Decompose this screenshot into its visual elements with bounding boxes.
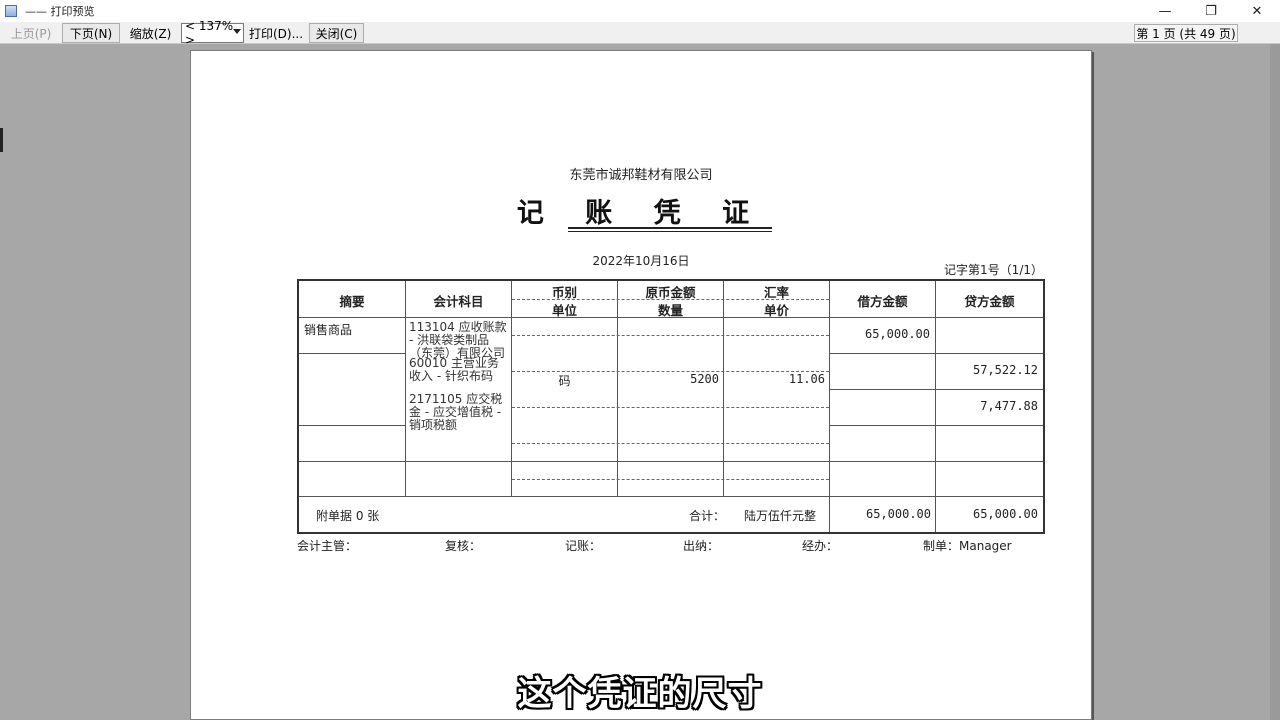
col-divider [405, 281, 406, 497]
header-unit: 单位 [551, 303, 577, 318]
signer-cashier: 出纳： [683, 539, 720, 553]
row-divider [829, 425, 1043, 426]
row-account: 2171105 应交税金 - 应交增值税 - 销项税额 [409, 392, 503, 432]
signer-reviewer: 复核： [445, 539, 482, 553]
header-rate: 汇率 [763, 285, 789, 300]
attachments-count: 附单据 0 张 [316, 509, 380, 523]
title-underline-thin [568, 231, 772, 232]
row-divider [829, 353, 1043, 354]
total-debit: 65,000.00 [865, 507, 931, 521]
col-divider [829, 281, 830, 532]
total-label: 合计： [689, 509, 726, 523]
video-caption: 这个凭证的尺寸 [517, 674, 763, 714]
header-credit: 贷方金额 [964, 294, 1015, 309]
row-credit: 57,522.12 [972, 363, 1038, 377]
restore-button[interactable]: ❐ [1188, 0, 1234, 22]
close-preview-button[interactable]: 关闭(C) [309, 23, 364, 43]
next-page-button[interactable]: 下页(N) [62, 23, 120, 43]
voucher-number: 记字第1号（1/1） [944, 263, 1043, 277]
header-currency: 币别 [551, 285, 577, 300]
zoom-button[interactable]: 缩放(Z) [123, 23, 178, 43]
row-account: 113104 应收账款 - 洪联袋类制品（东莞）有限公司 [409, 320, 507, 360]
signer-supervisor: 会计主管： [297, 539, 358, 553]
header-debit: 借方金额 [857, 294, 908, 309]
chevron-down-icon [233, 29, 241, 34]
vertical-scrollbar[interactable] [1270, 44, 1280, 720]
row-dashed-line [512, 479, 829, 480]
signer-maker: 制单：Manager [923, 539, 1012, 553]
header-quantity: 数量 [657, 303, 683, 318]
print-button[interactable]: 打印(D)... [247, 23, 305, 43]
total-in-words: 陆万伍仟元整 [744, 509, 817, 523]
row-dashed-line [512, 407, 829, 408]
close-window-button[interactable]: ✕ [1234, 0, 1280, 22]
row-divider [299, 461, 1043, 462]
row-divider [299, 496, 1043, 497]
row-unit: 码 [558, 374, 571, 388]
app-icon [5, 5, 17, 17]
row-divider [299, 353, 405, 354]
preview-page: 东莞市诚邦鞋材有限公司 记 账 凭 证 2022年10月16日 记字第1号（1/… [190, 50, 1092, 720]
signer-bookkeeper: 记账： [565, 539, 602, 553]
row-divider [299, 425, 405, 426]
company-name: 东莞市诚邦鞋材有限公司 [569, 168, 713, 183]
row-account: 60010 主营业务收入 - 针织布码 [409, 356, 499, 383]
preview-toolbar: 上页(P) 下页(N) 缩放(Z) < 137% > 打印(D)... 关闭(C… [0, 19, 1280, 47]
row-summary: 销售商品 [304, 323, 353, 337]
total-credit: 65,000.00 [972, 507, 1038, 521]
zoom-select[interactable]: < 137% > [181, 19, 244, 47]
header-unit-price: 单价 [763, 303, 789, 318]
header-summary: 摘要 [339, 294, 365, 309]
header-orig-amount: 原币金额 [645, 285, 696, 300]
row-dashed-line [512, 443, 829, 444]
row-debit: 65,000.00 [864, 327, 930, 341]
voucher-title: 记 账 凭 证 [516, 198, 766, 229]
window-controls: — ❐ ✕ [1142, 0, 1280, 22]
row-credit: 7,477.88 [980, 399, 1038, 413]
row-divider [829, 389, 1043, 390]
left-edge-marker [0, 128, 3, 152]
signer-handler: 经办： [802, 539, 839, 553]
header-account: 会计科目 [433, 294, 484, 309]
row-quantity: 5200 [690, 372, 719, 386]
row-unit-price: 11.06 [788, 372, 825, 386]
prev-page-button[interactable]: 上页(P) [3, 23, 59, 43]
title-underline [568, 227, 772, 229]
minimize-button[interactable]: — [1142, 0, 1188, 22]
window-title: —— 打印预览 [25, 5, 95, 18]
page-indicator: 第 1 页 (共 49 页) [1134, 24, 1238, 42]
voucher-table: 摘要 会计科目 币别 单位 原币金额 数量 汇率 单价 借方金额 贷方金额 销售… [297, 279, 1045, 534]
row-dashed-line [512, 335, 829, 336]
